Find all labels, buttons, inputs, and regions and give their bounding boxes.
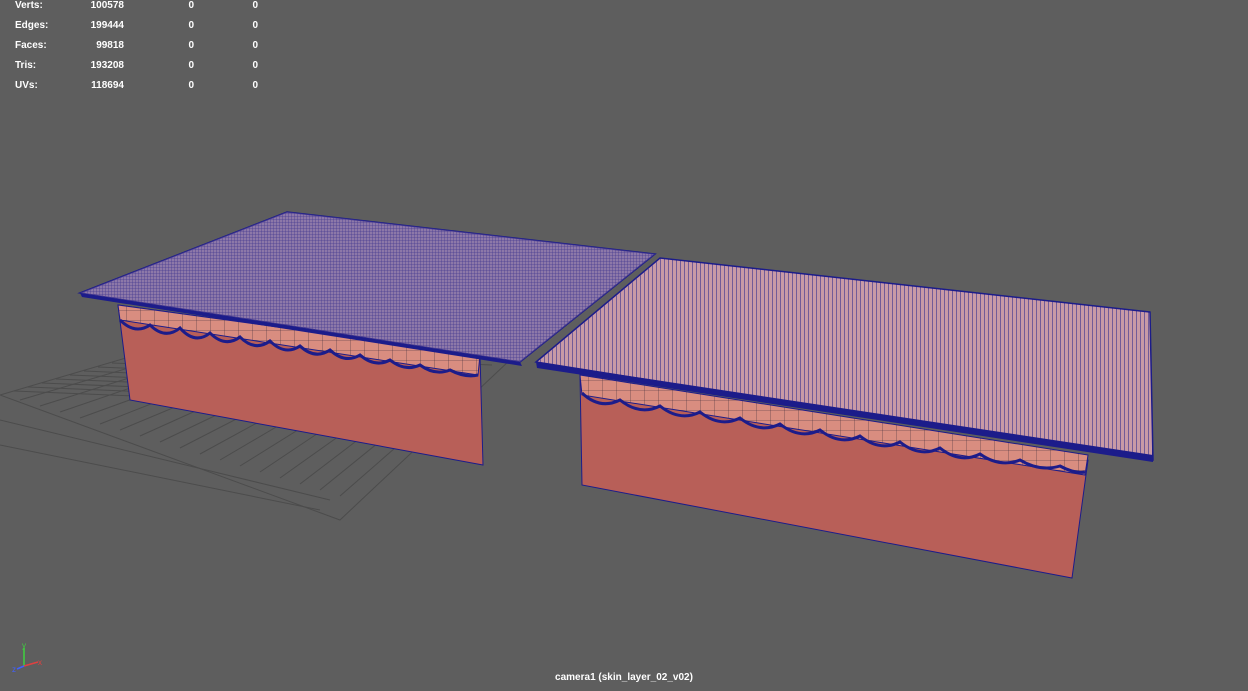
hud-selected-uv: 0 — [252, 40, 258, 51]
axis-y-label: y — [22, 641, 26, 650]
hud-row-faces: Faces: 99818 0 0 — [0, 40, 300, 54]
hud-row-verts: Verts: 100578 0 0 — [0, 0, 300, 14]
camera-name-label: camera1 (skin_layer_02_v02) — [555, 672, 693, 683]
hud-total: 118694 — [91, 80, 124, 91]
hud-selected-uv: 0 — [252, 0, 258, 11]
hud-label: Faces: — [15, 40, 47, 51]
hud-row-edges: Edges: 199444 0 0 — [0, 20, 300, 34]
hud-total: 100578 — [90, 0, 124, 11]
hud-label: UVs: — [15, 80, 38, 91]
axis-gizmo-icon: y x z — [10, 640, 50, 674]
hud-total: 99818 — [96, 40, 124, 51]
hud-selected: 0 — [188, 20, 194, 31]
hud-selected-uv: 0 — [252, 20, 258, 31]
scene-canvas[interactable] — [0, 0, 1248, 691]
axis-x-label: x — [38, 658, 42, 667]
3d-viewport[interactable] — [0, 0, 1248, 691]
hud-label: Tris: — [15, 60, 37, 71]
hud-total: 199444 — [90, 20, 124, 31]
hud-label: Verts: — [15, 0, 43, 11]
hud-selected: 0 — [188, 40, 194, 51]
hud-selected: 0 — [188, 80, 194, 91]
hud-row-tris: Tris: 193208 0 0 — [0, 60, 300, 74]
hud-selected: 0 — [188, 60, 194, 71]
hud-label: Edges: — [15, 20, 49, 31]
hud-selected-uv: 0 — [252, 60, 258, 71]
hud-total: 193208 — [90, 60, 124, 71]
skin-block-right[interactable] — [534, 257, 1154, 579]
hud-selected: 0 — [188, 0, 194, 11]
hud-selected-uv: 0 — [252, 80, 258, 91]
axis-z-label: z — [12, 665, 16, 672]
hud-row-uvs: UVs: 118694 0 0 — [0, 80, 300, 94]
